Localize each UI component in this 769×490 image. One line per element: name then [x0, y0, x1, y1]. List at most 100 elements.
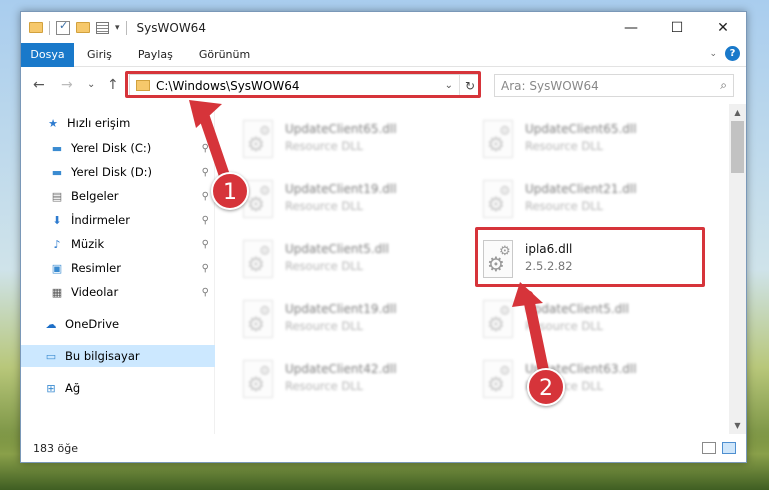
search-input[interactable]: Ara: SysWOW64: [501, 79, 599, 93]
callout-step-1: 1: [211, 172, 249, 210]
sidebar-item[interactable]: ▭ Bu bilgisayar: [21, 345, 215, 367]
ribbon-tabs: Dosya Giriş Paylaş Görünüm ⌄ ?: [21, 42, 746, 67]
recent-locations-button[interactable]: ⌄: [87, 79, 95, 90]
help-icon[interactable]: ?: [725, 46, 740, 61]
dll-file-icon: ⚙ ⚙: [479, 118, 515, 162]
status-bar: 183 öğe: [21, 434, 746, 462]
sidebar-item-label: Yerel Disk (D:): [71, 165, 153, 179]
file-name: UpdateClient19.dll: [285, 182, 397, 196]
details-view-icon[interactable]: [702, 442, 716, 454]
file-name: UpdateClient42.dll: [285, 362, 397, 376]
file-meta: UpdateClient42.dll Resource DLL: [285, 358, 397, 393]
music-icon: ♪: [53, 237, 61, 251]
chevron-down-icon[interactable]: ▾: [115, 23, 120, 33]
sidebar-item[interactable]: ⬇ İndirmeler ⚲: [21, 209, 215, 231]
window-title: SysWOW64: [136, 20, 206, 35]
chevron-down-icon[interactable]: ⌄: [709, 49, 717, 59]
sidebar-item-label: Müzik: [71, 237, 105, 251]
pin-icon[interactable]: ⚲: [202, 191, 209, 202]
computer-icon: ▭: [45, 349, 57, 363]
gear-icon: ⚙: [499, 304, 511, 319]
properties-check-icon[interactable]: [56, 19, 70, 35]
file-type: Resource DLL: [525, 139, 604, 153]
drive-icon: ▬: [51, 165, 63, 179]
scroll-thumb[interactable]: [731, 121, 744, 173]
maximize-button[interactable]: ☐: [654, 12, 700, 43]
file-type: Resource DLL: [285, 319, 364, 333]
file-item[interactable]: ⚙ ⚙ UpdateClient42.dll Resource DLL: [239, 358, 459, 408]
file-name: UpdateClient5.dll: [525, 302, 629, 316]
dll-file-icon: ⚙ ⚙: [479, 178, 515, 222]
new-folder-icon[interactable]: [76, 22, 90, 33]
gear-icon: ⚙: [259, 184, 271, 199]
pictures-icon: ▣: [51, 261, 63, 275]
dll-file-icon: ⚙ ⚙: [479, 298, 515, 342]
tab-home[interactable]: Giriş: [74, 43, 125, 67]
tiles-view-icon[interactable]: [722, 442, 736, 454]
tab-file[interactable]: Dosya: [21, 42, 74, 67]
file-meta: UpdateClient65.dll Resource DLL: [285, 118, 397, 153]
tab-share[interactable]: Paylaş: [125, 43, 186, 67]
close-button[interactable]: ✕: [700, 12, 746, 43]
pin-icon[interactable]: ⚲: [202, 215, 209, 226]
gear-icon: ⚙: [499, 184, 511, 199]
sidebar-item[interactable]: ★ Hızlı erişim: [21, 112, 215, 134]
toolbar-separator: [49, 20, 50, 35]
file-type: Resource DLL: [285, 379, 364, 393]
address-bar-highlight: [125, 71, 481, 98]
file-item[interactable]: ⚙ ⚙ UpdateClient19.dll Resource DLL: [239, 298, 459, 348]
dll-file-icon: ⚙ ⚙: [239, 118, 275, 162]
pin-icon[interactable]: ⚲: [202, 263, 209, 274]
scroll-up-icon[interactable]: ▲: [729, 104, 746, 121]
sidebar-item[interactable]: ☁ OneDrive: [21, 313, 215, 335]
sidebar-item-label: İndirmeler: [71, 213, 130, 227]
forward-button[interactable]: →: [61, 77, 73, 93]
file-item[interactable]: ⚙⚙UpdateClient63.dllResource DLL: [479, 358, 699, 408]
pin-icon[interactable]: ⚲: [202, 239, 209, 250]
file-name: UpdateClient5.dll: [285, 242, 389, 256]
sidebar-item[interactable]: ♪ Müzik ⚲: [21, 233, 215, 255]
star-icon: ★: [48, 116, 58, 130]
sidebar-item-label: Hızlı erişim: [67, 116, 131, 130]
pin-icon[interactable]: ⚲: [202, 167, 209, 178]
pin-icon[interactable]: ⚲: [202, 287, 209, 298]
up-button[interactable]: ↑: [107, 77, 119, 93]
view-list-icon[interactable]: [96, 21, 109, 34]
file-name: UpdateClient19.dll: [285, 302, 397, 316]
dll-file-icon: ⚙ ⚙: [239, 358, 275, 402]
vertical-scrollbar[interactable]: ▲ ▼: [729, 104, 746, 434]
sidebar-item[interactable]: ▣ Resimler ⚲: [21, 257, 215, 279]
sidebar-item-label: Videolar: [71, 285, 119, 299]
file-meta: UpdateClient5.dll Resource DLL: [525, 298, 629, 333]
search-box[interactable]: Ara: SysWOW64 ⌕: [494, 74, 734, 97]
file-item[interactable]: ⚙ ⚙ UpdateClient5.dll Resource DLL: [239, 238, 459, 288]
file-item[interactable]: ⚙ ⚙ UpdateClient65.dll Resource DLL: [239, 118, 459, 168]
sidebar-item[interactable]: ▦ Videolar ⚲: [21, 281, 215, 303]
documents-icon: ▤: [51, 189, 63, 203]
pin-icon[interactable]: ⚲: [202, 143, 209, 154]
sidebar-item[interactable]: ▬ Yerel Disk (C:) ⚲: [21, 137, 215, 159]
search-icon[interactable]: ⌕: [720, 78, 727, 93]
quick-access-toolbar: ▾: [29, 19, 127, 35]
file-type: Resource DLL: [525, 319, 604, 333]
file-item[interactable]: ⚙ ⚙ UpdateClient65.dll Resource DLL: [479, 118, 699, 168]
sidebar-item[interactable]: ▬ Yerel Disk (D:) ⚲: [21, 161, 215, 183]
toolbar-separator: [125, 20, 127, 35]
file-name: UpdateClient21.dll: [525, 182, 637, 196]
ribbon-right-controls: ⌄ ?: [709, 46, 740, 61]
sidebar-item[interactable]: ⊞ Ağ: [21, 377, 215, 399]
sidebar-item[interactable]: ▤ Belgeler ⚲: [21, 185, 215, 207]
scroll-down-icon[interactable]: ▼: [729, 417, 746, 434]
back-button[interactable]: ←: [33, 77, 45, 93]
tab-view[interactable]: Görünüm: [186, 43, 263, 67]
gear-icon: ⚙: [499, 364, 511, 379]
title-bar: ▾ SysWOW64 — ☐ ✕: [21, 12, 746, 43]
minimize-button[interactable]: —: [608, 12, 654, 43]
gear-icon: ⚙: [259, 304, 271, 319]
file-item[interactable]: ⚙ ⚙ UpdateClient21.dll Resource DLL: [479, 178, 699, 228]
sidebar-item-label: Bu bilgisayar: [65, 349, 140, 363]
file-item[interactable]: ⚙ ⚙ UpdateClient19.dll Resource DLL: [239, 178, 459, 228]
gear-icon: ⚙: [259, 124, 271, 139]
file-item[interactable]: ⚙ ⚙ UpdateClient5.dll Resource DLL: [479, 298, 699, 348]
file-meta: UpdateClient21.dll Resource DLL: [525, 178, 637, 213]
